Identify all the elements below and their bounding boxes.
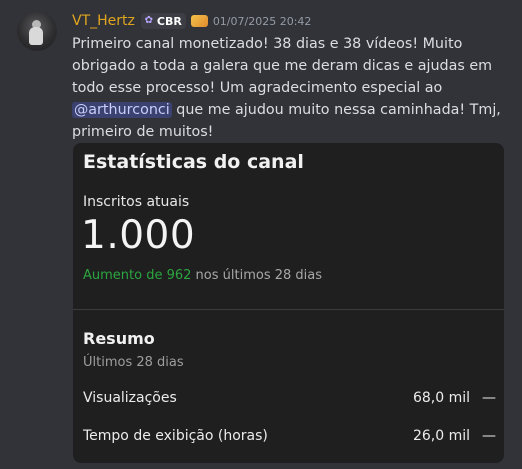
divider [73, 309, 504, 310]
embed-title: Estatísticas do canal [83, 151, 304, 173]
metric-label: Tempo de exibição (horas) [83, 428, 268, 444]
metric-trend: — [482, 428, 496, 444]
clan-badge-icon: ✿ [144, 15, 154, 26]
message-content: Primeiro canal monetizado! 38 dias e 38 … [72, 33, 512, 143]
metric-value: 68,0 mil [412, 390, 470, 406]
message-header: VT_Hertz ✿ CBR 01/07/2025 20:42 [72, 11, 311, 31]
increase-period: nos últimos 28 dias [191, 268, 323, 283]
subscribers-increase: Aumento de 962 nos últimos 28 dias [83, 268, 322, 283]
badge-icon[interactable] [190, 15, 208, 27]
channel-stats-embed: Estatísticas do canal Inscritos atuais 1… [73, 143, 504, 463]
metric-row-watch-time: Tempo de exibição (horas) 26,0 mil — [83, 426, 496, 446]
timestamp[interactable]: 01/07/2025 20:42 [213, 15, 312, 28]
metric-value: 26,0 mil [412, 428, 470, 444]
metric-row-views: Visualizações 68,0 mil — [83, 388, 496, 408]
summary-period: Últimos 28 dias [83, 355, 184, 370]
increase-amount: Aumento de 962 [83, 268, 192, 283]
username[interactable]: VT_Hertz [72, 13, 135, 29]
avatar[interactable] [17, 11, 57, 51]
metric-label: Visualizações [83, 390, 177, 406]
subscribers-count: 1.000 [81, 213, 196, 258]
user-mention[interactable]: @arthurconci [72, 102, 172, 118]
subscribers-label: Inscritos atuais [83, 194, 190, 210]
clan-tag[interactable]: ✿ CBR [140, 13, 186, 29]
avatar-figure-body [29, 27, 43, 45]
clan-tag-label: CBR [156, 14, 182, 28]
metric-trend: — [482, 390, 496, 406]
message-text-part-1: Primeiro canal monetizado! 38 dias e 38 … [72, 36, 493, 96]
summary-title: Resumo [83, 329, 155, 348]
